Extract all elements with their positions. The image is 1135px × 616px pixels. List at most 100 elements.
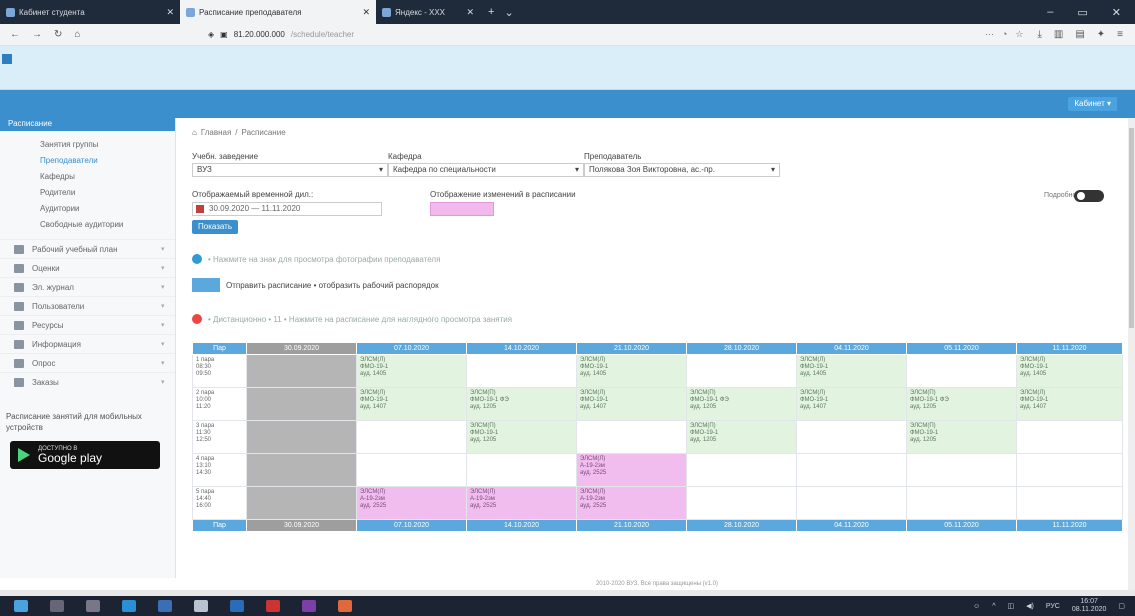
close-icon[interactable]: ✕ (466, 7, 474, 18)
browser-tab-3[interactable]: Яндекс - ХХХ ✕ (376, 0, 480, 24)
home-icon[interactable]: ⌂ (192, 128, 197, 137)
download-icon[interactable]: ⤓ (1037, 29, 1041, 40)
send-button[interactable] (192, 278, 220, 292)
breadcrumb-home[interactable]: Главная (201, 128, 231, 137)
empty-cell (796, 420, 907, 454)
browser-tab-2[interactable]: Расписание преподавателя ✕ (180, 0, 376, 24)
close-icon[interactable]: ✕ (362, 7, 370, 18)
lesson-cell[interactable]: ЭЛСМ(Л) ФМО-19-1 ауд. 1407 (576, 387, 687, 421)
pocket-icon[interactable]: ◔ (1002, 29, 1007, 40)
google-play-badge[interactable]: ДОСТУПНО В Google play (10, 441, 160, 469)
menu-icon[interactable]: ≡ (1117, 29, 1123, 40)
sidebar-subitem-active[interactable]: Преподаватели (0, 153, 175, 169)
sidebar-subitem[interactable]: Кафедры (0, 169, 175, 185)
lesson-cell[interactable]: ЭЛСМ(Л) ФМО-19-1 ауд. 1407 (356, 387, 467, 421)
mail-icon[interactable] (158, 600, 172, 612)
firefox-icon[interactable] (338, 600, 352, 612)
lesson-cell[interactable]: ЭЛСМ(Л) А-19-2зм ауд. 2525 (356, 486, 467, 520)
new-tab-button[interactable]: + ⌄ (480, 0, 522, 24)
store-icon[interactable] (194, 600, 208, 612)
clock[interactable]: 16:07 08.11.2020 (1072, 598, 1107, 614)
more-icon[interactable]: ··· (985, 29, 994, 40)
sidebar-item[interactable]: Ресурсы ▾ (0, 315, 175, 334)
favicon-icon (6, 7, 15, 17)
detail-toggle[interactable] (1074, 190, 1104, 202)
lesson-cell[interactable]: ЭЛСМ(Л) А-19-2зм ауд. 2525 (576, 453, 687, 487)
lesson-cell[interactable]: ЭЛСМ(П) ФМО-19-1 ауд. 1205 (686, 420, 797, 454)
minimize-icon[interactable]: – (1047, 6, 1053, 18)
app-icon[interactable] (302, 600, 316, 612)
day-header: 04.11.2020 (796, 342, 907, 355)
close-icon[interactable]: ✕ (166, 7, 174, 18)
lesson-cell[interactable]: ЭЛСМ(Л) ФМО-19-1 ауд. 1405 (576, 354, 687, 388)
lesson-cell[interactable]: ЭЛСМ(П) ФМО-19-1 ауд. 1205 (906, 420, 1017, 454)
language-indicator[interactable]: РУС (1046, 603, 1060, 610)
chevron-down-icon: ▾ (161, 322, 165, 329)
sidebar-item[interactable]: Заказы ▾ (0, 372, 175, 391)
network-icon[interactable]: ◫ (1007, 602, 1014, 610)
vertical-scrollbar[interactable] (1128, 118, 1135, 590)
show-button[interactable]: Показать (192, 220, 239, 234)
lesson-cell[interactable]: ЭЛСМ(П) ФМО-19-1 ФЭ ауд. 1205 (466, 387, 577, 421)
lesson-cell[interactable]: ЭЛСМ(Л) ФМО-19-1 ауд. 1405 (1016, 354, 1123, 388)
chevron-up-icon[interactable]: ^ (992, 603, 995, 610)
word-icon[interactable] (230, 600, 244, 612)
extension-icon[interactable]: ✦ (1097, 29, 1105, 40)
sidebar-item[interactable]: Эл. журнал ▾ (0, 277, 175, 296)
browser-tab-1[interactable]: Кабинет студента ✕ (0, 0, 180, 24)
lesson-cell[interactable]: ЭЛСМ(Л) ФМО-19-1 ауд. 1405 (356, 354, 467, 388)
sidebar-item[interactable]: Рабочий учебный план ▾ (0, 239, 175, 258)
lesson-cell[interactable]: ЭЛСМ(Л) ФМО-19-1 ауд. 1407 (1016, 387, 1123, 421)
volume-icon[interactable]: ◀) (1026, 602, 1034, 610)
user-menu-button[interactable]: Кабинет ▾ (1068, 97, 1117, 111)
forward-icon[interactable]: → (32, 29, 42, 40)
star-icon[interactable]: ☆ (1015, 29, 1023, 40)
institution-label: Учебн. заведение (192, 152, 259, 161)
url-input[interactable]: ◈ ▣ 81.20.000.000 /schedule/teacher (200, 27, 860, 43)
edge-icon[interactable] (122, 600, 136, 612)
sidebar-icon[interactable]: ▤ (1075, 29, 1084, 40)
teacher-label: Преподаватель (584, 152, 642, 161)
sidebar-subitem[interactable]: Занятия группы (0, 137, 175, 153)
lesson-cell[interactable]: ЭЛСМ(П) ФМО-19-1 ауд. 1205 (466, 420, 577, 454)
sidebar-subitem[interactable]: Родители (0, 185, 175, 201)
empty-cell (356, 420, 467, 454)
sidebar-item[interactable]: Оценки ▾ (0, 258, 175, 277)
table-row: 1 пара 08:30 09:50 ЭЛСМ(Л) ФМО-19-1 ауд. 1405… (192, 354, 1123, 388)
lesson-cell[interactable]: ЭЛСМ(Л) ФМО-19-1 ауд. 1405 (796, 354, 907, 388)
windows-start-icon[interactable] (14, 600, 28, 612)
library-icon[interactable]: ▥ (1054, 29, 1063, 40)
sidebar-item[interactable]: Пользователи ▾ (0, 296, 175, 315)
changes-color-swatch[interactable] (430, 202, 494, 216)
sidebar-section-schedule[interactable]: Расписание (0, 118, 175, 131)
institution-select[interactable]: ВУЗ ▾ (192, 163, 388, 177)
browser-tab-bar: Кабинет студента ✕ Расписание преподават… (0, 0, 1135, 24)
user-icon[interactable]: ☺ (973, 603, 980, 610)
teacher-select[interactable]: Полякова Зоя Викторовна, ас.-пр. ▾ (584, 163, 780, 177)
home-icon[interactable]: ⌂ (74, 29, 80, 40)
lesson-cell[interactable]: ЭЛСМ(Л) А-19-2зм ауд. 2525 (576, 486, 687, 520)
empty-cell (1016, 486, 1123, 520)
lesson-cell[interactable]: ЭЛСМ(Л) ФМО-19-1 ауд. 1407 (796, 387, 907, 421)
notifications-icon[interactable]: ▢ (1118, 602, 1125, 610)
close-window-icon[interactable]: ✕ (1112, 6, 1121, 19)
lesson-cell[interactable]: ЭЛСМ(Л) А-19-2зм ауд. 2525 (466, 486, 577, 520)
sidebar-subitem[interactable]: Свободные аудитории (0, 217, 175, 233)
sidebar-item[interactable]: Опрос ▾ (0, 353, 175, 372)
day-header: 30.09.2020 (246, 519, 357, 532)
search-icon[interactable] (50, 600, 64, 612)
department-select[interactable]: Кафедра по специальности ▾ (388, 163, 584, 177)
lesson-cell[interactable]: ЭЛСМ(П) ФМО-19-1 ФЭ ауд. 1205 (906, 387, 1017, 421)
journal-icon (14, 282, 24, 292)
lesson-cell[interactable]: ЭЛСМ(П) ФМО-19-1 ФЭ ауд. 1205 (686, 387, 797, 421)
date-range-input[interactable]: 30.09.2020 — 11.11.2020 (192, 202, 382, 216)
reload-icon[interactable]: ↻ (54, 29, 62, 40)
sidebar-subitem[interactable]: Аудитории (0, 201, 175, 217)
task-view-icon[interactable] (86, 600, 100, 612)
sidebar-item[interactable]: Информация ▾ (0, 334, 175, 353)
day-off-cell (246, 486, 357, 520)
app-icon[interactable] (266, 600, 280, 612)
back-icon[interactable]: ← (10, 29, 20, 40)
maximize-icon[interactable]: ▭ (1077, 6, 1087, 19)
scroll-thumb[interactable] (1129, 128, 1134, 328)
